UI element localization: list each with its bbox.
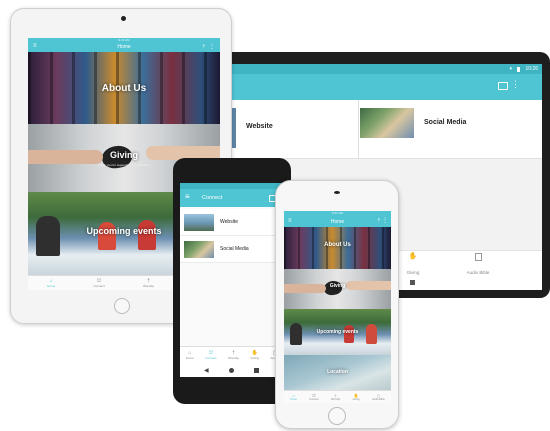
panel-title: Upcoming events bbox=[316, 329, 359, 335]
home-button[interactable] bbox=[229, 368, 234, 373]
panel-title: Giving bbox=[329, 283, 346, 289]
nav-connect[interactable]: ⛫ Connect bbox=[309, 393, 318, 401]
page-title: Home bbox=[117, 44, 131, 50]
chat-icon[interactable] bbox=[498, 82, 508, 90]
website-thumbnail bbox=[184, 213, 214, 231]
nav-label: Connect bbox=[309, 398, 319, 401]
giving-icon: ✋ bbox=[408, 253, 418, 260]
nav-connect[interactable]: ⛫ Connect bbox=[93, 278, 105, 288]
ipad-home-button[interactable] bbox=[114, 298, 130, 314]
app-toolbar bbox=[230, 74, 542, 100]
book-icon bbox=[474, 253, 482, 261]
recent-apps-button[interactable] bbox=[410, 280, 415, 285]
nav-giving[interactable]: ✋ Giving bbox=[398, 253, 428, 279]
nav-label: Home bbox=[290, 398, 297, 401]
nav-label: Worship bbox=[143, 283, 154, 288]
more-menu-icon[interactable]: ⋮ bbox=[511, 80, 520, 89]
nav-label: Home bbox=[185, 356, 194, 360]
nav-giving[interactable]: ✋Giving bbox=[353, 393, 360, 401]
status-time: 9:41 AM bbox=[331, 211, 343, 215]
nav-home[interactable]: ⌂ Home bbox=[47, 278, 56, 288]
about-us-panel[interactable]: About Us bbox=[28, 52, 220, 124]
list-item[interactable]: Social Media bbox=[360, 104, 542, 154]
nav-label: Giving bbox=[352, 398, 360, 401]
recent-apps-button[interactable] bbox=[254, 368, 259, 373]
list-item-label: Social Media bbox=[424, 119, 467, 126]
status-time: 10:26 bbox=[525, 66, 538, 72]
ipad-camera bbox=[121, 16, 126, 21]
list-item-label: Website bbox=[220, 219, 238, 225]
nav-home[interactable]: ⌂ Home bbox=[290, 393, 297, 401]
back-button[interactable]: ◀ bbox=[204, 367, 209, 374]
nav-worship[interactable]: † Worship bbox=[228, 350, 239, 360]
wifi-icon: ▾ bbox=[509, 66, 512, 72]
nav-label: Audio Bible bbox=[466, 270, 490, 275]
nav-label: Giving bbox=[406, 270, 420, 275]
iphone-screen: 9:41 AM ≡ Home ⇡ ⋮ About Us Giving Upcom… bbox=[284, 211, 391, 403]
nav-label: Connect bbox=[93, 283, 105, 288]
nav-label: Worship bbox=[331, 398, 341, 401]
nav-label: Connect bbox=[205, 356, 217, 360]
nav-label: Home bbox=[47, 283, 56, 288]
more-menu-icon[interactable]: ⋮ bbox=[209, 43, 215, 50]
panel-title: Location bbox=[327, 369, 348, 375]
list-item[interactable]: Website bbox=[230, 104, 358, 154]
nav-giving[interactable]: ✋Giving bbox=[250, 350, 259, 360]
social-media-thumbnail bbox=[360, 108, 414, 138]
events-panel[interactable]: Upcoming events bbox=[284, 309, 391, 355]
panel-title: About Us bbox=[324, 242, 351, 248]
battery-icon bbox=[517, 67, 520, 72]
nav-home[interactable]: ⌂ Home bbox=[186, 350, 194, 360]
bottom-nav: ⌂Home ⛫Connect †Worship ✋Giving ▯Audio bbox=[180, 346, 284, 363]
more-menu-icon[interactable]: ⋮ bbox=[382, 217, 388, 224]
nav-worship[interactable]: † Worship bbox=[331, 393, 340, 401]
share-icon[interactable]: ⇡ bbox=[377, 218, 381, 224]
list-item[interactable]: Social Media bbox=[180, 236, 284, 263]
page-title: Home bbox=[330, 219, 345, 225]
page-title: Connect bbox=[202, 195, 223, 201]
nav-audio-bible[interactable]: Audio Bible bbox=[458, 253, 498, 279]
list-item[interactable]: Website bbox=[180, 209, 284, 236]
nav-label: Giving bbox=[250, 356, 259, 360]
nav-audio-bible[interactable]: ▯ Audio Bible bbox=[372, 393, 385, 401]
panel-title: About Us bbox=[101, 83, 147, 94]
menu-icon[interactable]: ≡ bbox=[185, 193, 190, 201]
share-icon[interactable]: ⇡ bbox=[202, 44, 206, 50]
giving-panel[interactable]: Giving bbox=[284, 269, 391, 309]
nav-label: Audio Bible bbox=[372, 398, 385, 401]
about-us-panel[interactable]: About Us bbox=[284, 227, 391, 269]
android-phone-screen: ≡ Connect Website Social Media ⌂ Home ⛫ Co… bbox=[180, 183, 284, 377]
iphone-speaker bbox=[334, 191, 340, 194]
nav-worship[interactable]: † Worship bbox=[143, 278, 154, 288]
list-item-label: Social Media bbox=[220, 246, 249, 252]
list-item-label: Website bbox=[246, 123, 273, 130]
social-media-thumbnail bbox=[184, 240, 214, 258]
location-panel[interactable]: Location bbox=[284, 355, 391, 391]
iphone-home-button[interactable] bbox=[328, 407, 346, 425]
nav-connect[interactable]: ⛫ Connect bbox=[205, 350, 216, 360]
status-time: 9:41 AM bbox=[118, 38, 130, 42]
bottom-nav: ⌂ Home ⛫ Connect † Worship ✋ Giving ▯ Audio B… bbox=[284, 390, 391, 403]
nav-label: Worship bbox=[227, 356, 239, 360]
